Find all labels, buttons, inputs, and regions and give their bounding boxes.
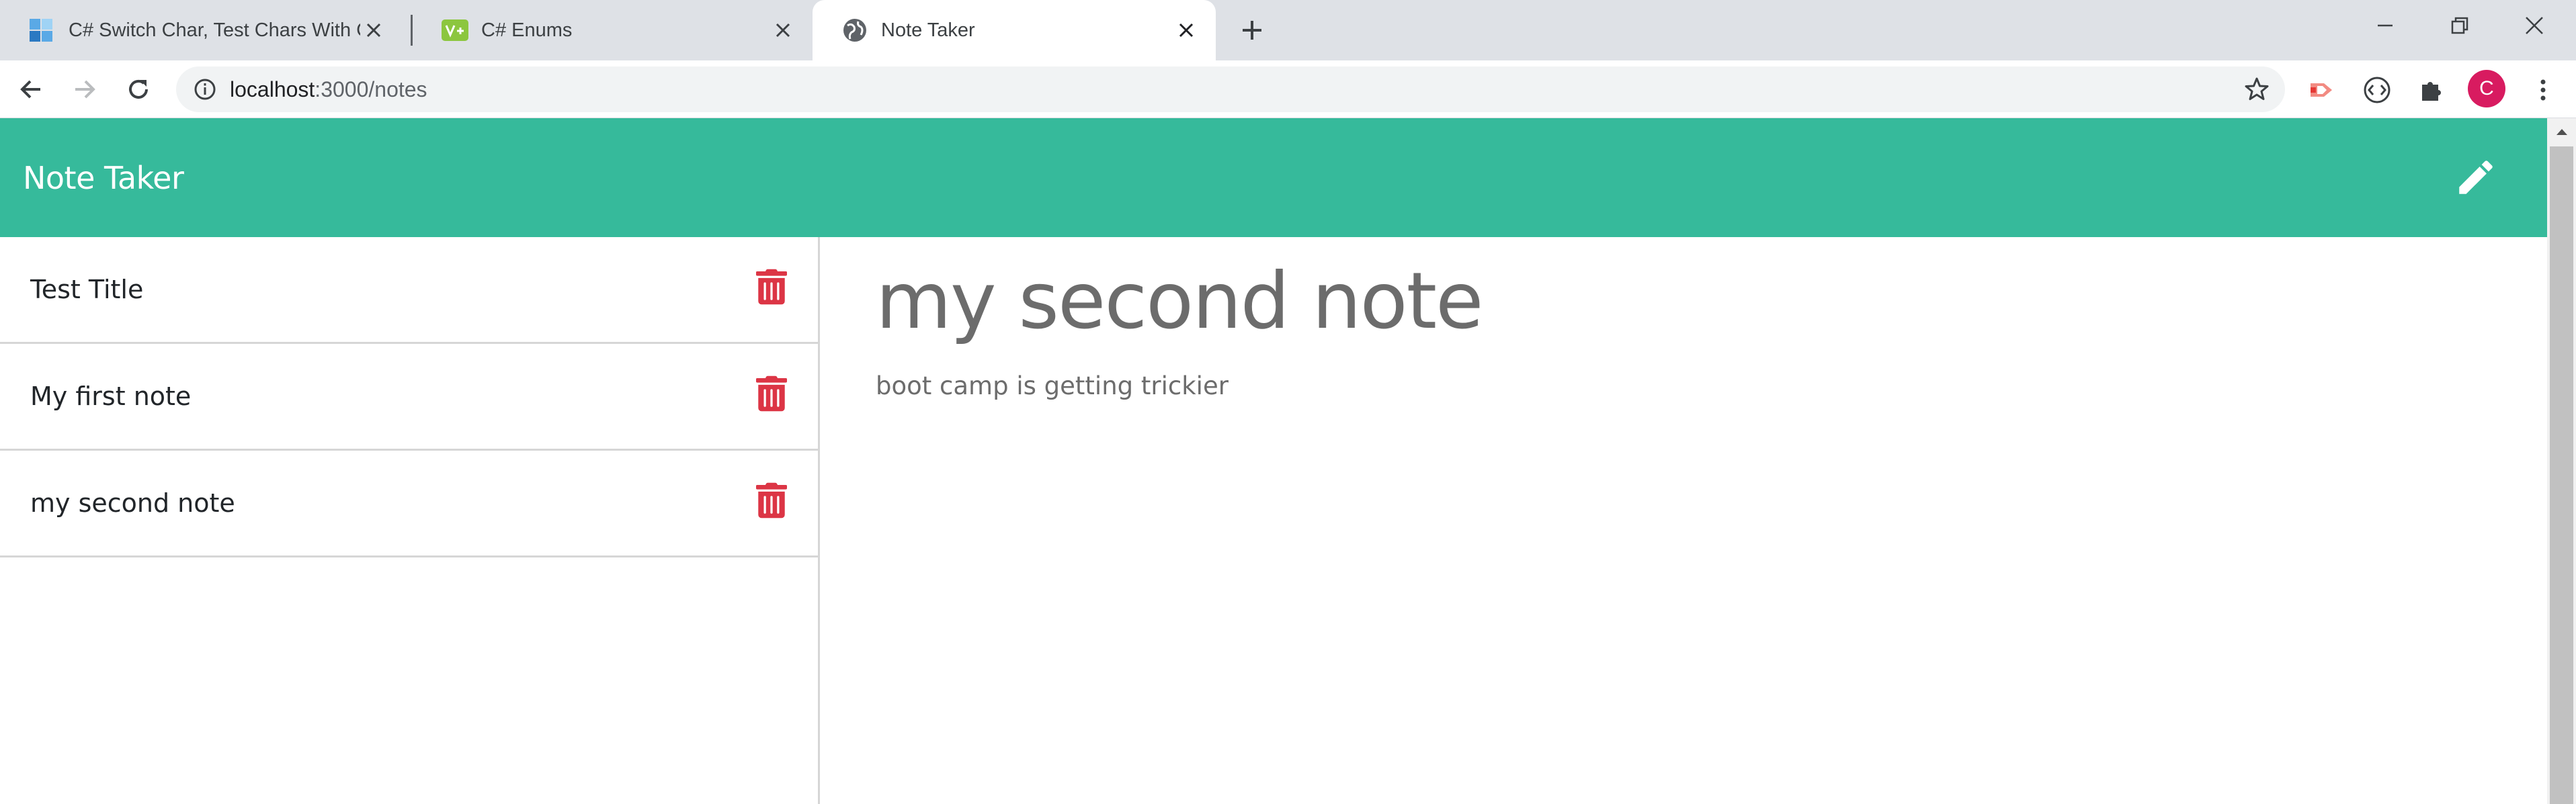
note-editor: my second note boot camp is getting tric… [822, 237, 2547, 804]
note-list-item[interactable]: Test Title [0, 237, 818, 344]
more-vertical-icon [2540, 79, 2546, 101]
tab-close-icon[interactable] [360, 17, 387, 44]
restore-window-button[interactable] [2423, 0, 2497, 50]
extensions-button[interactable] [2417, 75, 2446, 105]
trash-icon[interactable] [756, 268, 787, 306]
tab-close-icon[interactable] [1173, 17, 1200, 44]
tab-csharp-enums[interactable]: C# Enums [413, 0, 813, 60]
note-item-title: my second note [30, 488, 235, 518]
page-scrollbar[interactable] [2547, 118, 2576, 804]
new-note-button[interactable] [2452, 153, 2500, 202]
tab-title: C# Enums [481, 19, 573, 41]
bookmark-star-icon[interactable] [2243, 76, 2270, 103]
note-list-item[interactable]: My first note [0, 344, 818, 451]
back-button[interactable] [13, 72, 48, 107]
app-navbar: Note Taker [0, 118, 2547, 237]
forward-button[interactable] [67, 72, 102, 107]
new-tab-button[interactable] [1234, 12, 1270, 48]
code-extension-icon [2364, 77, 2391, 103]
minimize-icon [2378, 24, 2393, 26]
extension-code[interactable] [2362, 75, 2392, 105]
scrollbar-thumb[interactable] [2550, 146, 2573, 804]
arrow-left-icon [20, 80, 40, 99]
address-bar[interactable]: localhost:3000/notes [176, 66, 2285, 112]
note-list: Test Title My first note my second note [0, 237, 818, 557]
tab-close-icon[interactable] [770, 17, 796, 44]
address-url: localhost:3000/notes [230, 77, 427, 102]
tab-csharp-switch-char[interactable]: C# Switch Char, Test Chars With Case [0, 0, 403, 60]
reload-button[interactable] [121, 72, 156, 107]
site-favicon-icon [442, 19, 468, 41]
note-text-area[interactable]: boot camp is getting trickier [876, 371, 1229, 400]
profile-avatar[interactable]: C [2468, 70, 2505, 107]
note-item-title: Test Title [30, 275, 144, 304]
trash-icon[interactable] [756, 375, 787, 412]
browser-tab-strip: C# Switch Char, Test Chars With Case C# … [0, 0, 2576, 60]
note-item-title: My first note [30, 382, 192, 411]
note-list-item[interactable]: my second note [0, 451, 818, 557]
tab-title: Note Taker [881, 19, 975, 41]
reload-icon [129, 79, 148, 99]
minimize-window-button[interactable] [2348, 0, 2422, 50]
scroll-up-button[interactable] [2547, 118, 2576, 145]
puzzle-icon [2422, 82, 2441, 101]
browser-toolbar: localhost:3000/notes [0, 60, 2576, 118]
close-icon [2526, 16, 2543, 34]
trash-icon[interactable] [756, 482, 787, 519]
app-title[interactable]: Note Taker [23, 160, 184, 196]
url-path: :3000/notes [315, 77, 427, 101]
chrome-menu-button[interactable] [2528, 75, 2558, 105]
restore-icon [2451, 17, 2468, 34]
tab-note-taker[interactable]: Note Taker [813, 0, 1216, 60]
extension-red-arrow[interactable] [2308, 75, 2337, 105]
info-icon [194, 79, 216, 100]
plus-icon [1243, 21, 1261, 40]
pencil-icon [2459, 161, 2493, 194]
tab-title: C# Switch Char, Test Chars With Case [69, 19, 360, 41]
url-host: localhost [230, 77, 315, 101]
note-title-input[interactable]: my second note [876, 256, 1483, 347]
web-page: Note Taker Test Title My first note my s… [0, 118, 2547, 804]
site-favicon-icon [30, 19, 52, 42]
globe-icon [843, 19, 866, 42]
red-arrow-extension-icon [2311, 83, 2332, 97]
close-window-button[interactable] [2497, 0, 2571, 50]
caret-up-icon [2556, 129, 2567, 135]
arrow-right-icon [75, 80, 95, 99]
notes-sidebar: Test Title My first note my second note [0, 237, 820, 804]
